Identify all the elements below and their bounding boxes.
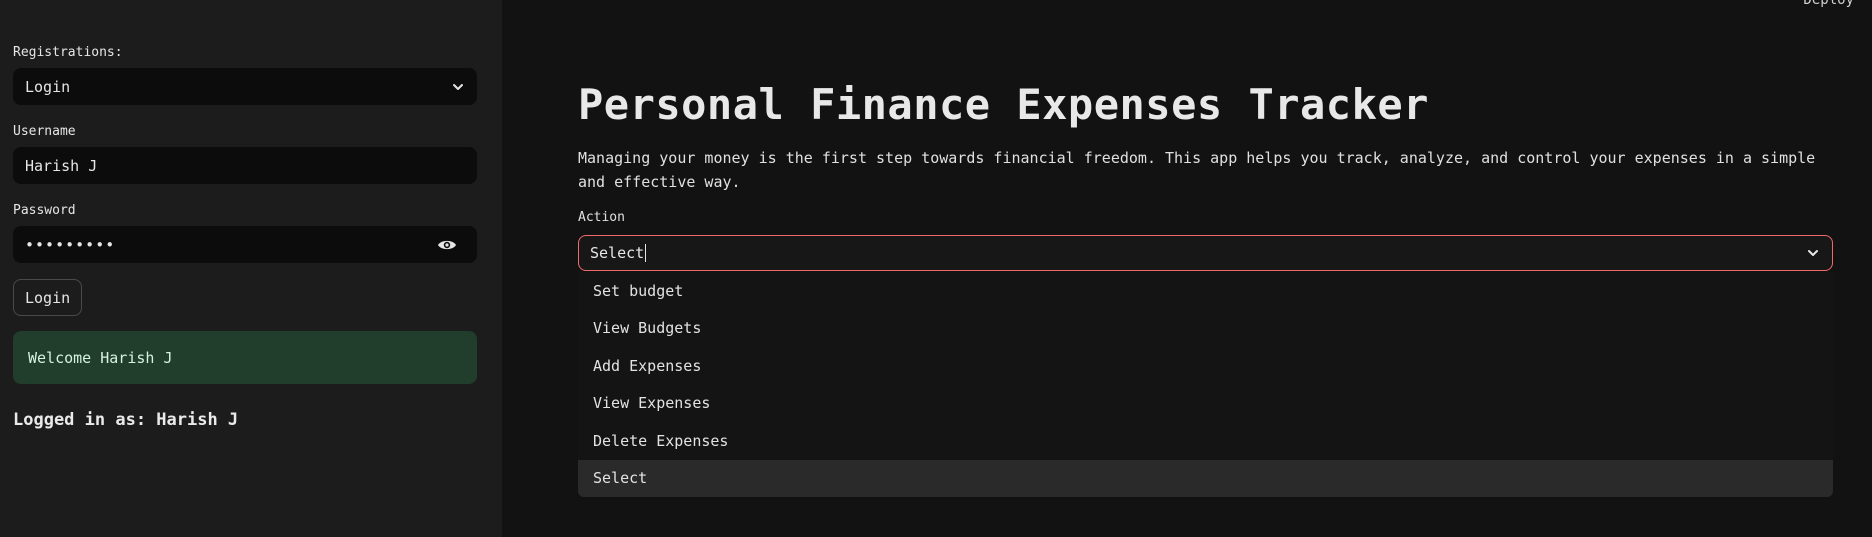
dropdown-option[interactable]: View Expenses — [578, 385, 1833, 423]
dropdown-option-selected[interactable]: Select — [578, 459, 1833, 497]
deploy-button[interactable]: Deploy — [1803, 0, 1854, 8]
registrations-label: Registrations: — [13, 45, 123, 60]
action-label: Action — [578, 210, 625, 225]
username-value: Harish J — [25, 156, 98, 175]
app: Registrations: Login Username Harish J P… — [0, 0, 1872, 537]
logged-in-status: Logged in as: Harish J — [13, 410, 239, 430]
action-dropdown-menu: Set budget View Budgets Add Expenses Vie… — [578, 272, 1833, 497]
sidebar: Registrations: Login Username Harish J P… — [0, 0, 502, 537]
registrations-select[interactable]: Login — [13, 68, 477, 105]
login-button[interactable]: Login — [13, 279, 83, 316]
dropdown-option[interactable]: View Budgets — [578, 310, 1833, 348]
dropdown-option[interactable]: Set budget — [578, 272, 1833, 310]
password-value: ••••••••• — [25, 235, 116, 254]
dropdown-option[interactable]: Add Expenses — [578, 347, 1833, 385]
welcome-message: Welcome Harish J — [28, 348, 173, 367]
registrations-value: Login — [25, 77, 71, 96]
chevron-down-icon — [1808, 250, 1818, 256]
eye-icon[interactable] — [437, 238, 457, 252]
welcome-alert: Welcome Harish J — [13, 331, 477, 384]
password-field[interactable]: ••••••••• — [13, 226, 477, 263]
action-select-value: Select — [590, 244, 645, 262]
username-field[interactable]: Harish J — [13, 147, 477, 184]
text-cursor — [645, 244, 647, 262]
action-select[interactable]: Select — [578, 235, 1833, 271]
username-label: Username — [13, 124, 76, 139]
password-label: Password — [13, 203, 76, 218]
dropdown-option[interactable]: Delete Expenses — [578, 422, 1833, 460]
chevron-down-icon — [453, 83, 463, 90]
page-description: Managing your money is the first step to… — [578, 149, 1816, 191]
page-title: Personal Finance Expenses Tracker — [578, 80, 1429, 129]
